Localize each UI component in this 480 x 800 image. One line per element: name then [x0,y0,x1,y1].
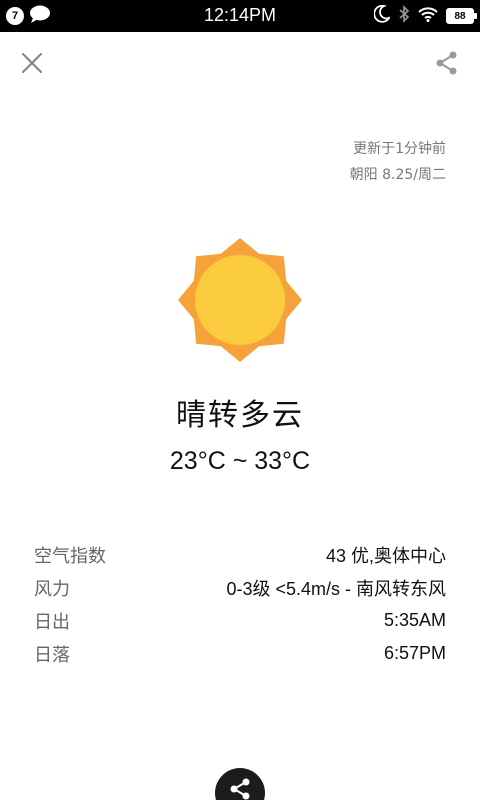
detail-label: 日落 [34,644,70,666]
detail-row-sunset: 日落 6:57PM [34,637,446,670]
detail-value: 43 优,奥体中心 [325,545,446,566]
update-info: 更新于1分钟前 朝阳 8.25/周二 [350,136,446,188]
updated-time-text: 更新于1分钟前 [353,141,446,157]
status-right: 88 [373,4,477,27]
detail-value: 6:57PM [383,643,446,663]
detail-label: 空气指数 [34,545,106,567]
bluetooth-icon [398,5,410,27]
battery-indicator: 88 [446,8,477,24]
close-icon [21,52,43,74]
detail-value: 0-3级 <5.4m/s - 南风转东风 [226,578,446,599]
share-icon [436,51,457,75]
status-bar: 7 12:14PM 88 [0,0,480,32]
wifi-icon [418,6,438,26]
detail-label: 风力 [34,578,70,600]
weather-condition: 晴转多云 [176,398,304,433]
detail-row-wind: 风力 0-3级 <5.4m/s - 南风转东风 [34,571,446,604]
detail-row-sunrise: 日出 5:35AM [34,604,446,637]
close-button[interactable] [18,49,46,77]
share-button[interactable] [434,49,460,77]
moon-icon [373,4,392,27]
temperature-range: 23°C ~ 33°C [169,447,311,475]
location-date-text: 朝阳 8.25/周二 [349,167,446,183]
weather-details: 空气指数 43 优,奥体中心 风力 0-3级 <5.4m/s - 南风转东风 日… [34,538,446,670]
detail-value: 5:35AM [383,610,446,630]
sun-icon [170,237,310,363]
detail-row-air-quality: 空气指数 43 优,奥体中心 [34,538,446,571]
detail-label: 日出 [34,611,70,633]
floating-share-button[interactable] [215,768,265,800]
share-icon [230,778,250,800]
